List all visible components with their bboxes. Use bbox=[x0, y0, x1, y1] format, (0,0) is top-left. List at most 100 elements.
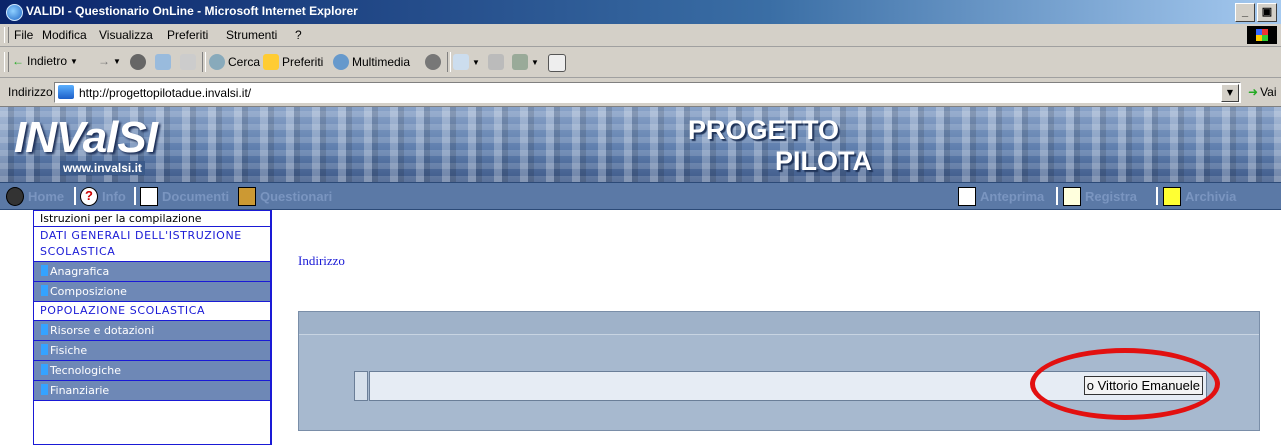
sidebar-section-dati-generali[interactable]: DATI GENERALI DELL'ISTRUZIONE SCOLASTICA bbox=[34, 227, 270, 262]
nav-archivia[interactable]: Archivia bbox=[1163, 187, 1236, 206]
menu-preferiti[interactable]: Preferiti bbox=[167, 28, 208, 42]
stop-button[interactable] bbox=[130, 54, 146, 70]
window-controls: _ ▣ bbox=[1235, 3, 1277, 22]
questionnaire-icon bbox=[238, 187, 256, 206]
print-button[interactable] bbox=[488, 54, 504, 70]
go-button[interactable]: ➜ Vai bbox=[1248, 85, 1277, 99]
questionnaire-sidebar: Istruzioni per la compilazione DATI GENE… bbox=[33, 210, 272, 445]
sidebar-item-istruzioni[interactable]: Istruzioni per la compilazione bbox=[34, 211, 270, 227]
nav-info[interactable]: ? Info bbox=[80, 187, 126, 206]
nav-documenti[interactable]: Documenti bbox=[140, 187, 229, 206]
page-title: Indirizzo bbox=[298, 253, 345, 268]
discuss-icon bbox=[548, 54, 566, 72]
bullet-icon bbox=[41, 344, 48, 355]
favorites-icon bbox=[263, 54, 279, 70]
toolbar-grip bbox=[4, 52, 9, 72]
sidebar-item-anagrafica[interactable]: Anagrafica bbox=[34, 262, 270, 282]
nav-home[interactable]: Home bbox=[6, 187, 64, 206]
windows-logo-icon bbox=[1247, 26, 1277, 44]
address-dropdown-button[interactable]: ▼ bbox=[1221, 84, 1239, 102]
minimize-button[interactable]: _ bbox=[1235, 3, 1255, 22]
back-label: Indietro bbox=[27, 54, 68, 68]
edit-icon bbox=[512, 54, 528, 70]
print-icon bbox=[488, 54, 504, 70]
site-nav-bar: Home ? Info Documenti Questionari Antepr… bbox=[0, 182, 1281, 210]
page-icon bbox=[58, 85, 74, 99]
nav-questionari-label: Questionari bbox=[260, 189, 333, 204]
sidebar-item-label: Finanziarie bbox=[50, 384, 110, 397]
nav-archivia-label: Archivia bbox=[1185, 189, 1237, 204]
nav-documenti-label: Documenti bbox=[162, 189, 230, 204]
multimedia-icon bbox=[333, 54, 349, 70]
forward-button[interactable]: → ▼ bbox=[98, 54, 121, 68]
multimedia-button[interactable]: Multimedia bbox=[333, 54, 410, 70]
address-bar: Indirizzo http://progettopilotadue.inval… bbox=[0, 78, 1281, 107]
project-title-line1: PROGETTO bbox=[688, 115, 840, 145]
address-input[interactable]: http://progettopilotadue.invalsi.it/ ▼ bbox=[54, 82, 1241, 103]
mail-button[interactable]: ▼ bbox=[453, 54, 480, 70]
menu-visualizza[interactable]: Visualizza bbox=[99, 28, 153, 42]
maximize-button[interactable]: ▣ bbox=[1257, 3, 1277, 22]
nav-anteprima-label: Anteprima bbox=[980, 189, 1045, 204]
sidebar-item-risorse[interactable]: Risorse e dotazioni bbox=[34, 321, 270, 341]
sidebar-item-fisiche[interactable]: Fisiche bbox=[34, 341, 270, 361]
back-button[interactable]: ← Indietro ▼ bbox=[12, 54, 78, 68]
nav-info-label: Info bbox=[102, 189, 126, 204]
search-button[interactable]: Cerca bbox=[209, 54, 260, 70]
favorites-label: Preferiti bbox=[282, 55, 324, 69]
nav-anteprima[interactable]: Anteprima bbox=[958, 187, 1044, 206]
chevron-down-icon: ▼ bbox=[531, 57, 539, 67]
menu-modifica[interactable]: Modifica bbox=[42, 28, 87, 42]
sidebar-item-composizione[interactable]: Composizione bbox=[34, 282, 270, 302]
history-button[interactable] bbox=[425, 54, 441, 70]
bullet-icon bbox=[41, 364, 48, 375]
favorites-button[interactable]: Preferiti bbox=[263, 54, 323, 70]
nav-home-label: Home bbox=[28, 189, 65, 204]
nav-registra[interactable]: Registra bbox=[1063, 187, 1137, 206]
menu-file[interactable]: File bbox=[14, 28, 33, 42]
refresh-button[interactable] bbox=[155, 54, 171, 70]
highlight-circle bbox=[1030, 348, 1220, 420]
sidebar-item-label: Fisiche bbox=[50, 344, 88, 357]
menu-bar: File Modifica Visualizza Preferiti Strum… bbox=[0, 24, 1281, 47]
home-button[interactable] bbox=[180, 54, 196, 70]
menu-strumenti[interactable]: Strumenti bbox=[226, 28, 277, 42]
home-icon bbox=[6, 187, 24, 206]
menu-help[interactable]: ? bbox=[295, 28, 302, 42]
nav-separator bbox=[134, 187, 136, 205]
standard-toolbar: ← Indietro ▼ → ▼ Cerca Preferiti Multime… bbox=[0, 47, 1281, 78]
project-title-line2: PILOTA bbox=[775, 146, 872, 176]
nav-separator bbox=[1156, 187, 1158, 205]
bullet-icon bbox=[41, 285, 48, 296]
toolbar-separator bbox=[202, 52, 206, 72]
sidebar-item-label: Tecnologiche bbox=[50, 364, 121, 377]
field-prefix-box bbox=[354, 371, 368, 401]
address-url: http://progettopilotadue.invalsi.it/ bbox=[79, 86, 252, 100]
sidebar-section-popolazione[interactable]: POPOLAZIONE SCOLASTICA bbox=[34, 302, 270, 321]
archive-icon bbox=[1163, 187, 1181, 206]
sidebar-item-label: Risorse e dotazioni bbox=[50, 324, 155, 337]
back-arrow-icon: ← bbox=[12, 54, 24, 68]
sidebar-item-tecnologiche[interactable]: Tecnologiche bbox=[34, 361, 270, 381]
chevron-down-icon: ▼ bbox=[472, 57, 480, 67]
go-label: Vai bbox=[1260, 85, 1277, 99]
invalsi-logo[interactable]: INValSI bbox=[14, 113, 158, 163]
panel-header-band bbox=[299, 312, 1259, 335]
window-title-bar: VALIDI - Questionario OnLine - Microsoft… bbox=[0, 0, 1281, 24]
bullet-icon bbox=[41, 384, 48, 395]
sidebar-item-finanziarie[interactable]: Finanziarie bbox=[34, 381, 270, 401]
info-icon: ? bbox=[80, 187, 98, 206]
sidebar-item-label: POPOLAZIONE SCOLASTICA bbox=[40, 304, 206, 317]
chevron-down-icon: ▼ bbox=[70, 56, 78, 66]
discuss-button[interactable] bbox=[548, 54, 566, 72]
document-icon bbox=[140, 187, 158, 206]
save-icon bbox=[1063, 187, 1081, 206]
window-title: VALIDI - Questionario OnLine - Microsoft… bbox=[26, 4, 358, 18]
go-arrow-icon: ➜ bbox=[1248, 85, 1259, 99]
bullet-icon bbox=[41, 265, 48, 276]
nav-separator bbox=[74, 187, 76, 205]
nav-questionari[interactable]: Questionari bbox=[238, 187, 332, 206]
preview-icon bbox=[958, 187, 976, 206]
sidebar-item-label: Composizione bbox=[50, 285, 127, 298]
edit-button[interactable]: ▼ bbox=[512, 54, 539, 70]
